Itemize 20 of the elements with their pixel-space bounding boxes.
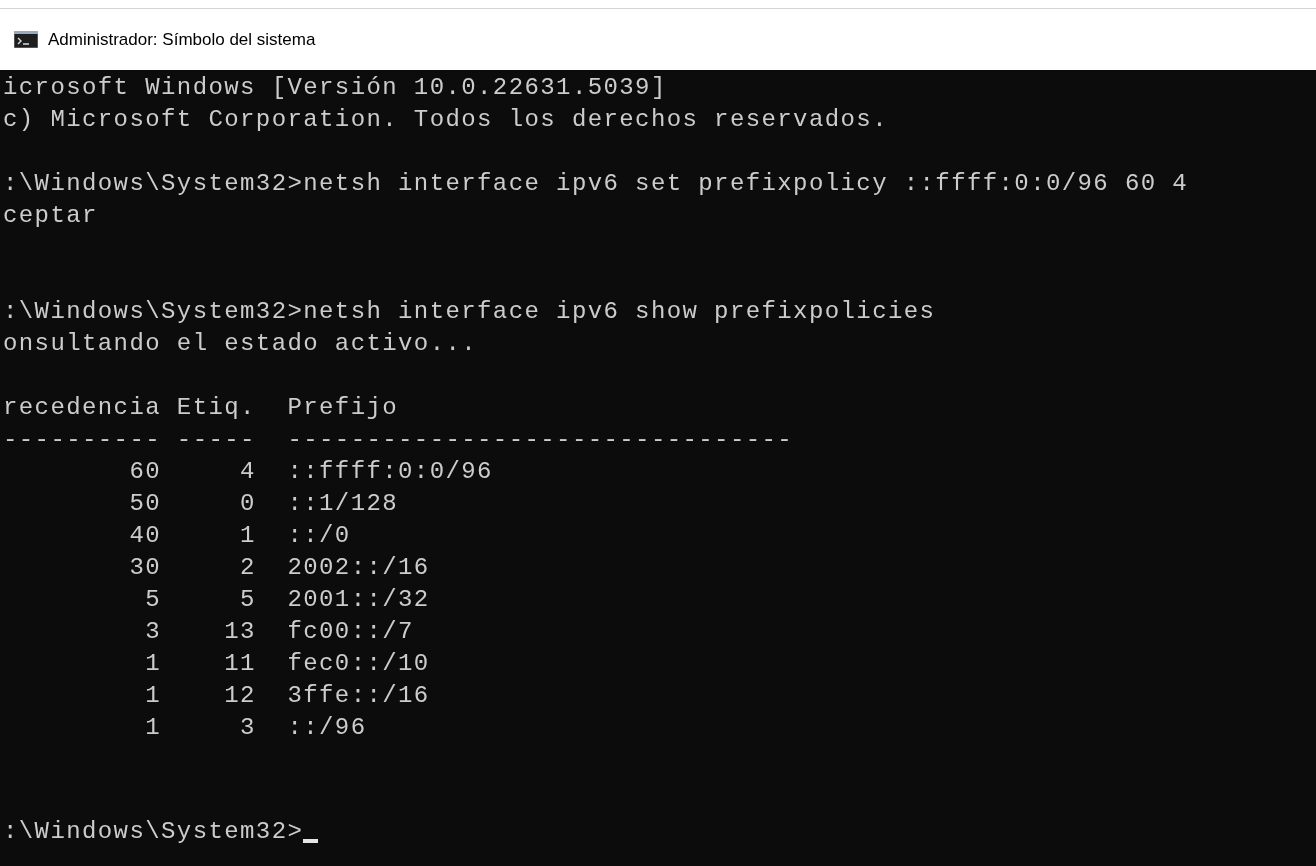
console-line: 1 11 fec0::/10 [144, 649, 430, 679]
console-line: recedencia Etiq. Prefijo [3, 393, 399, 423]
console-line: 5 5 2001::/32 [144, 585, 430, 615]
console-line: c) Microsoft Corporation. Todos los derechos reservados. [3, 105, 888, 135]
console-line: ---------- ----- -------------------------------- [3, 425, 794, 455]
console-line: icrosoft Windows [Versión 10.0.22631.5039] [3, 73, 667, 103]
console-line: 3 13 fc00::/7 [144, 617, 414, 647]
console-line: 50 0 ::1/128 [128, 489, 399, 519]
window-title: Administrador: Símbolo del sistema [48, 28, 316, 51]
console-line: 1 12 3ffe::/16 [144, 681, 430, 711]
console-line: 1 3 ::/96 [144, 713, 367, 743]
console-app-icon [14, 31, 38, 48]
console-line: 40 1 ::/0 [128, 521, 351, 551]
console-line: ceptar [3, 201, 98, 231]
console-line: 30 2 2002::/16 [128, 553, 430, 583]
console-line: onsultando el estado activo... [3, 329, 478, 359]
command-prompt: :\Windows\System32> [3, 817, 304, 847]
console-line: :\Windows\System32>netsh interface ipv6 set prefixpolicy ::ffff:0:0/96 60 4 [3, 169, 1189, 199]
console-line: :\Windows\System32>netsh interface ipv6 show prefixpolicies [3, 297, 936, 327]
console-line: 60 4 ::ffff:0:0/96 [128, 457, 493, 487]
